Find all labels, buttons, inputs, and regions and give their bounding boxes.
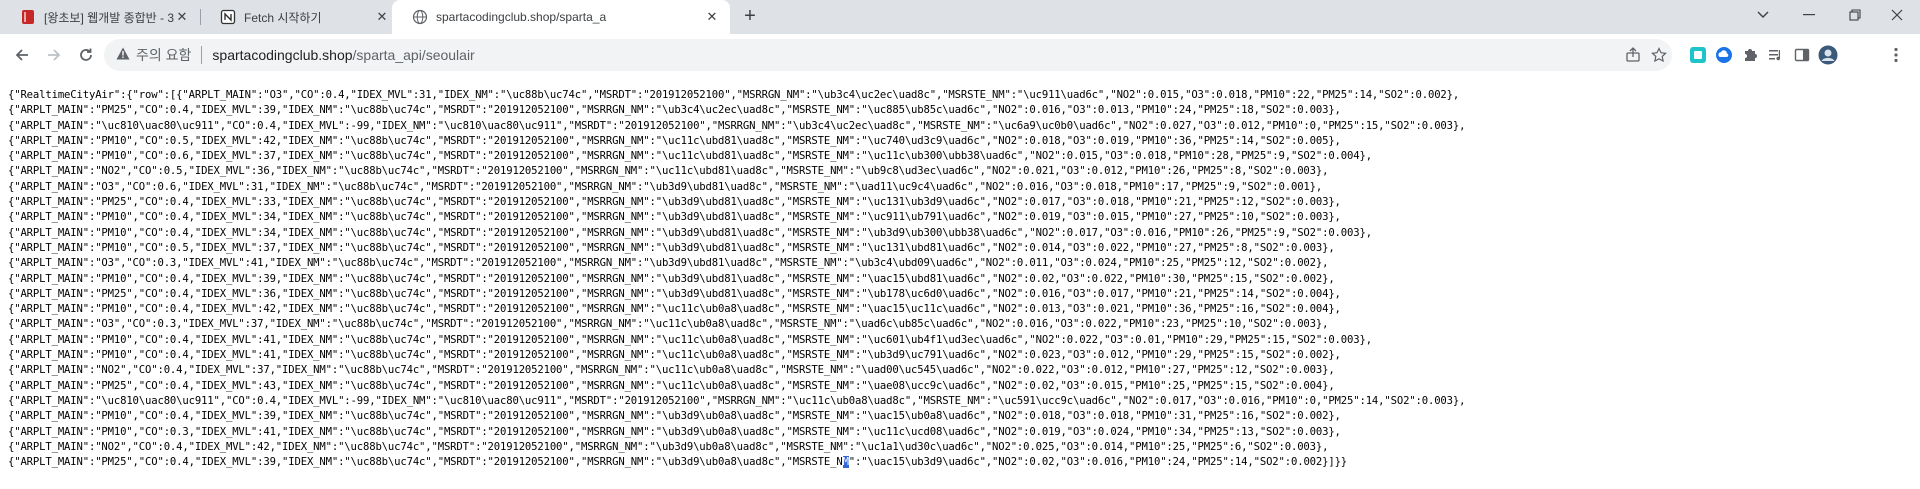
json-line: {"ARPLT_MAIN":"PM10","CO":0.4,"IDEX_MVL"… [8, 226, 1372, 239]
json-line: {"RealtimeCityAir":{"row":[{"ARPLT_MAIN"… [8, 89, 1460, 101]
close-icon[interactable]: ✕ [374, 9, 390, 25]
back-icon[interactable] [8, 41, 36, 69]
security-label[interactable]: 주의 요함 [136, 45, 191, 65]
json-line: {"ARPLT_MAIN":"PM10","CO":0.4,"IDEX_MVL"… [8, 410, 1341, 423]
tab-notion-week3[interactable]: [왕초보] 웹개발 종합반 - 3주차 ✕ [0, 0, 200, 34]
close-icon[interactable]: ✕ [174, 9, 190, 25]
json-line: {"ARPLT_MAIN":"O3","CO":0.6,"IDEX_MVL":3… [8, 180, 1323, 193]
json-line: {"ARPLT_MAIN":"PM25","CO":0.4,"IDEX_MVL"… [8, 196, 1341, 209]
tab-fetch[interactable]: Fetch 시작하기 ✕ [200, 0, 400, 34]
json-line: {"ARPLT_MAIN":"PM25","CO":0.4,"IDEX_MVL"… [8, 104, 1341, 117]
json-line: {"ARPLT_MAIN":"O3","CO":0.3,"IDEX_MVL":4… [8, 257, 1329, 270]
tab-title: spartacodingclub.shop/sparta_a [436, 10, 607, 24]
bookmark-star-icon[interactable] [1650, 46, 1668, 64]
extension-cloud-icon[interactable] [1714, 45, 1734, 65]
extensions-puzzle-icon[interactable] [1740, 45, 1760, 65]
json-line: {"ARPLT_MAIN":"PM10","CO":0.4,"IDEX_MVL"… [8, 333, 1372, 346]
tab-title: Fetch 시작하기 [244, 10, 322, 25]
json-line: {"ARPLT_MAIN":"NO2","CO":0.4,"IDEX_MVL":… [8, 364, 1335, 377]
menu-kebab-icon[interactable] [1886, 45, 1906, 65]
json-line: {"ARPLT_MAIN":"PM25","CO":0.4,"IDEX_MVL"… [8, 287, 1341, 300]
json-line-last: {"ARPLT_MAIN":"PM25","CO":0.4,"IDEX_MVL"… [8, 455, 1912, 470]
tab-title: [왕초보] 웹개발 종합반 - 3주차 [44, 10, 174, 25]
json-response-body: {"RealtimeCityAir":{"row":[{"ARPLT_MAIN"… [8, 88, 1912, 484]
json-line: {"ARPLT_MAIN":"PM10","CO":0.5,"IDEX_MVL"… [8, 134, 1341, 147]
url-host: spartacodingclub.shop [212, 47, 353, 63]
json-line: {"ARPLT_MAIN":"\uc810\uac80\uc911","CO":… [8, 119, 1466, 132]
tab-seoulair[interactable]: spartacodingclub.shop/sparta_a ✕ [392, 0, 730, 34]
json-line: {"ARPLT_MAIN":"PM10","CO":0.4,"IDEX_MVL"… [8, 272, 1335, 285]
close-window-icon[interactable] [1874, 0, 1920, 30]
tab-strip: [왕초보] 웹개발 종합반 - 3주차 ✕ Fetch 시작하기 ✕ spart… [0, 0, 1920, 34]
new-tab-icon[interactable]: + [738, 5, 762, 29]
minimize-icon[interactable] [1786, 0, 1832, 30]
notion-icon [220, 9, 236, 25]
tab-search-icon[interactable] [1740, 0, 1786, 30]
json-text: {"ARPLT_MAIN":"PM25","CO":0.4,"IDEX_MVL"… [8, 456, 843, 469]
json-line: {"ARPLT_MAIN":"PM10","CO":0.4,"IDEX_MVL"… [8, 303, 1341, 316]
json-line: {"ARPLT_MAIN":"PM10","CO":0.5,"IDEX_MVL"… [8, 241, 1335, 254]
media-control-icon[interactable] [1766, 45, 1786, 65]
json-line: {"ARPLT_MAIN":"\uc810\uac80\uc911","CO":… [8, 394, 1466, 407]
close-icon[interactable]: ✕ [704, 9, 720, 25]
warning-icon[interactable] [116, 47, 130, 63]
reload-icon[interactable] [72, 41, 100, 69]
json-line: {"ARPLT_MAIN":"PM10","CO":0.4,"IDEX_MVL"… [8, 349, 1341, 362]
side-panel-icon[interactable] [1792, 45, 1812, 65]
browser-toolbar: 주의 요함 spartacodingclub.shop/sparta_api/s… [0, 34, 1920, 76]
omnibox-divider [201, 46, 203, 64]
json-line: {"ARPLT_MAIN":"PM10","CO":0.3,"IDEX_MVL"… [8, 425, 1341, 438]
address-bar[interactable]: 주의 요함 spartacodingclub.shop/sparta_api/s… [104, 39, 1672, 71]
json-line: {"ARPLT_MAIN":"PM10","CO":0.6,"IDEX_MVL"… [8, 150, 1372, 163]
share-icon[interactable] [1624, 46, 1642, 64]
globe-icon [412, 9, 428, 25]
json-line: {"ARPLT_MAIN":"PM25","CO":0.4,"IDEX_MVL"… [8, 379, 1335, 392]
extension-screen-icon[interactable] [1688, 45, 1708, 65]
json-line: {"ARPLT_MAIN":"PM10","CO":0.4,"IDEX_MVL"… [8, 211, 1341, 224]
url-text[interactable]: spartacodingclub.shop/sparta_api/seoulai… [212, 47, 474, 63]
json-line: {"ARPLT_MAIN":"NO2","CO":0.5,"IDEX_MVL":… [8, 165, 1329, 178]
json-line: {"ARPLT_MAIN":"O3","CO":0.3,"IDEX_MVL":3… [8, 318, 1329, 331]
json-text: ":"\uac15\ub3d9\uad6c","NO2":0.02,"O3":0… [848, 456, 1348, 469]
url-path: /sparta_api/seoulair [352, 47, 475, 63]
forward-icon[interactable] [40, 41, 68, 69]
json-line: {"ARPLT_MAIN":"NO2","CO":0.4,"IDEX_MVL":… [8, 440, 1329, 453]
avatar[interactable] [1818, 45, 1838, 65]
notion-book-icon [20, 9, 36, 25]
restore-icon[interactable] [1832, 0, 1878, 30]
